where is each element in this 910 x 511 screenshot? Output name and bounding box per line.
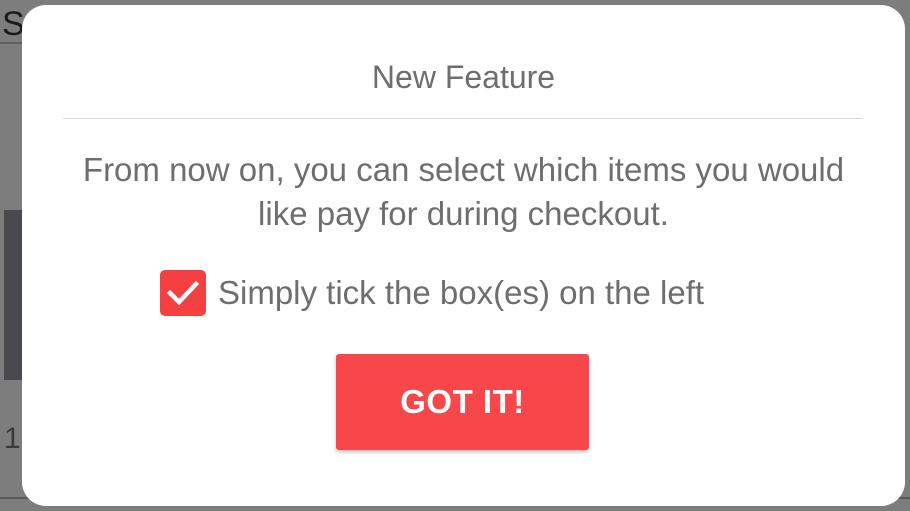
background-number: 1 — [4, 422, 21, 455]
dialog-divider — [63, 118, 863, 119]
tick-instruction-label: Simply tick the box(es) on the left — [218, 274, 705, 311]
tick-instruction-row: Simply tick the box(es) on the left — [160, 268, 704, 318]
got-it-button[interactable]: GOT IT! — [336, 354, 589, 450]
new-feature-dialog: New Feature From now on, you can select … — [22, 5, 905, 506]
dialog-title: New Feature — [371, 59, 556, 95]
checkbox-illustration — [160, 270, 206, 316]
checkmark-icon — [167, 280, 199, 306]
dialog-message: From now on, you can select which items … — [82, 151, 845, 232]
